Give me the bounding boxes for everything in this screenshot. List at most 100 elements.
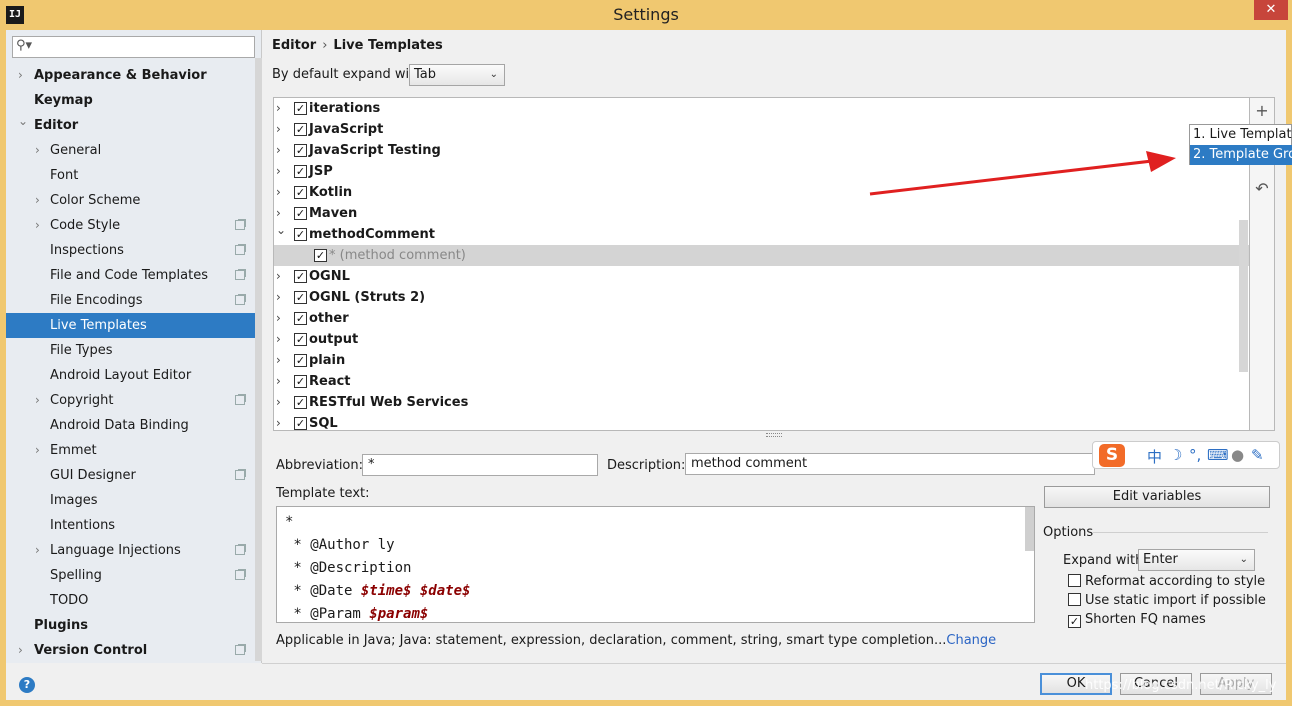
template-group-row[interactable]: › ✓ React	[274, 371, 1249, 392]
sidebar-item-appearance[interactable]: › Appearance & Behavior	[6, 63, 262, 88]
expand-with-select[interactable]: Enter ⌄	[1138, 549, 1255, 571]
chevron-right-icon[interactable]: ›	[276, 308, 281, 329]
chevron-right-icon[interactable]: ›	[35, 538, 40, 563]
chevron-right-icon[interactable]: ›	[35, 138, 40, 163]
enable-checkbox[interactable]: ✓	[294, 291, 307, 304]
add-icon[interactable]: +	[1254, 103, 1270, 119]
template-group-row[interactable]: › ✓ plain	[274, 350, 1249, 371]
chevron-right-icon[interactable]: ›	[276, 98, 281, 119]
enable-checkbox[interactable]: ✓	[294, 123, 307, 136]
shorten-fq-checkbox[interactable]: ✓	[1068, 615, 1081, 628]
description-field[interactable]: method comment	[685, 453, 1095, 475]
static-import-option[interactable]: Use static import if possible	[1068, 593, 1266, 608]
moon-icon[interactable]: ☽	[1169, 446, 1182, 464]
abbreviation-field[interactable]: *	[362, 454, 598, 476]
wrench-icon[interactable]: ✎	[1251, 446, 1264, 464]
chevron-right-icon[interactable]: ›	[35, 388, 40, 413]
shorten-fq-option[interactable]: ✓ Shorten FQ names	[1068, 612, 1206, 628]
sidebar-item-file-encodings[interactable]: File Encodings	[6, 288, 262, 313]
sidebar-item-editor[interactable]: ⌄ Editor	[6, 113, 262, 138]
sidebar-item-android-data-binding[interactable]: Android Data Binding	[6, 413, 262, 438]
sidebar-item-copyright[interactable]: › Copyright	[6, 388, 262, 413]
sidebar-item-spelling[interactable]: Spelling	[6, 563, 262, 588]
template-list-scrollbar[interactable]	[1239, 220, 1248, 372]
sogou-logo-icon[interactable]: S	[1099, 444, 1125, 467]
template-group-row[interactable]: › ✓ SQL	[274, 413, 1249, 430]
sidebar-item-language-injections[interactable]: › Language Injections	[6, 538, 262, 563]
template-group-row[interactable]: › ✓ output	[274, 329, 1249, 350]
template-group-row[interactable]: › ✓ other	[274, 308, 1249, 329]
chevron-right-icon[interactable]: ›	[276, 350, 281, 371]
keyboard-icon[interactable]: ⌨	[1207, 446, 1229, 464]
sidebar-item-intentions[interactable]: Intentions	[6, 513, 262, 538]
sidebar-item-emmet[interactable]: › Emmet	[6, 438, 262, 463]
sidebar-item-version-control[interactable]: › Version Control	[6, 638, 262, 663]
chevron-right-icon[interactable]: ›	[276, 371, 281, 392]
template-group-row[interactable]: › ✓ OGNL	[274, 266, 1249, 287]
close-button[interactable]: ✕	[1254, 0, 1288, 20]
sidebar-item-todo[interactable]: TODO	[6, 588, 262, 613]
chevron-down-icon[interactable]: ⌄	[18, 109, 28, 134]
chevron-right-icon[interactable]: ›	[35, 438, 40, 463]
enable-checkbox[interactable]: ✓	[294, 354, 307, 367]
chevron-right-icon[interactable]: ›	[276, 182, 281, 203]
enable-checkbox[interactable]: ✓	[294, 165, 307, 178]
template-text-editor[interactable]: * * @Author ly * @Description * @Date $t…	[276, 506, 1035, 623]
reformat-option[interactable]: Reformat according to style	[1068, 574, 1265, 589]
template-group-row[interactable]: › ✓ Maven	[274, 203, 1249, 224]
chevron-right-icon[interactable]: ›	[276, 392, 281, 413]
undo-icon[interactable]: ↶	[1254, 181, 1270, 197]
enable-checkbox[interactable]: ✓	[294, 396, 307, 409]
chevron-right-icon[interactable]: ›	[276, 287, 281, 308]
expand-select[interactable]: Tab ⌄	[409, 64, 505, 86]
enable-checkbox[interactable]: ✓	[314, 249, 327, 262]
enable-checkbox[interactable]: ✓	[294, 312, 307, 325]
menu-item-live-template[interactable]: 1. Live Template	[1190, 125, 1292, 145]
enable-checkbox[interactable]: ✓	[294, 186, 307, 199]
chevron-right-icon[interactable]: ›	[18, 638, 23, 663]
sidebar-item-file-types[interactable]: File Types	[6, 338, 262, 363]
chevron-down-icon[interactable]: ⌄	[276, 220, 286, 241]
search-input[interactable]: ⚲▾	[12, 36, 255, 58]
change-link[interactable]: Change	[946, 633, 996, 648]
chevron-right-icon[interactable]: ›	[18, 63, 23, 88]
sidebar-item-live-templates[interactable]: Live Templates	[6, 313, 262, 338]
menu-item-template-group[interactable]: 2. Template Group...	[1190, 145, 1292, 165]
sidebar-item-code-style[interactable]: › Code Style	[6, 213, 262, 238]
splitter-handle[interactable]	[766, 433, 782, 437]
template-group-row[interactable]: › ✓ iterations	[274, 98, 1249, 119]
sidebar-item-gui-designer[interactable]: GUI Designer	[6, 463, 262, 488]
sidebar-item-keymap[interactable]: Keymap	[6, 88, 262, 113]
language-icon[interactable]: 中	[1147, 446, 1162, 467]
template-group-row[interactable]: › ✓ OGNL (Struts 2)	[274, 287, 1249, 308]
enable-checkbox[interactable]: ✓	[294, 333, 307, 346]
enable-checkbox[interactable]: ✓	[294, 228, 307, 241]
chevron-right-icon[interactable]: ›	[276, 161, 281, 182]
template-group-row[interactable]: › ✓ RESTful Web Services	[274, 392, 1249, 413]
chevron-right-icon[interactable]: ›	[276, 413, 281, 430]
template-row-selected[interactable]: ✓ * (method comment)	[274, 245, 1249, 266]
sidebar-item-color-scheme[interactable]: › Color Scheme	[6, 188, 262, 213]
chevron-right-icon[interactable]: ›	[276, 329, 281, 350]
punctuation-icon[interactable]: °,	[1189, 446, 1201, 464]
enable-checkbox[interactable]: ✓	[294, 270, 307, 283]
sidebar-scrollbar[interactable]	[255, 58, 262, 661]
chevron-right-icon[interactable]: ›	[276, 140, 281, 161]
sidebar-item-inspections[interactable]: Inspections	[6, 238, 262, 263]
template-group-row[interactable]: › ✓ JavaScript	[274, 119, 1249, 140]
edit-variables-button[interactable]: Edit variables	[1044, 486, 1270, 508]
help-icon[interactable]: ?	[19, 677, 35, 693]
editor-scrollbar[interactable]	[1025, 507, 1034, 551]
sidebar-item-general[interactable]: › General	[6, 138, 262, 163]
template-group-row[interactable]: ⌄ ✓ methodComment	[274, 223, 1249, 245]
sidebar-item-file-code-templates[interactable]: File and Code Templates	[6, 263, 262, 288]
chevron-right-icon[interactable]: ›	[35, 188, 40, 213]
static-import-checkbox[interactable]	[1068, 593, 1081, 606]
enable-checkbox[interactable]: ✓	[294, 417, 307, 430]
chevron-right-icon[interactable]: ›	[276, 119, 281, 140]
enable-checkbox[interactable]: ✓	[294, 102, 307, 115]
sidebar-item-images[interactable]: Images	[6, 488, 262, 513]
sidebar-item-font[interactable]: Font	[6, 163, 262, 188]
chevron-right-icon[interactable]: ›	[276, 266, 281, 287]
enable-checkbox[interactable]: ✓	[294, 144, 307, 157]
